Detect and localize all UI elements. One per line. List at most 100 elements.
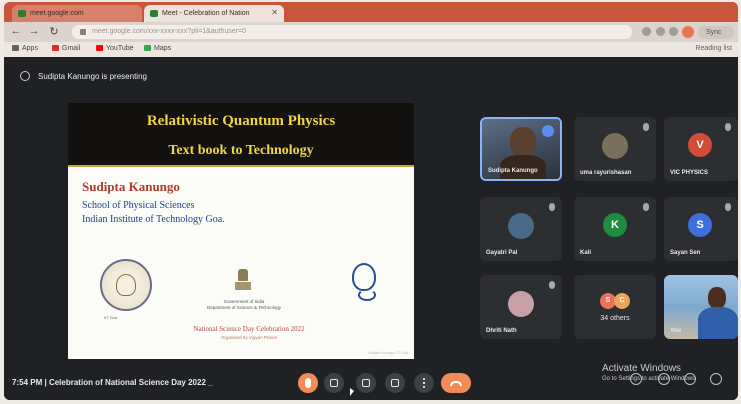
browser-tab-active[interactable]: Meet - Celebration of Nation ✕ [144,5,284,22]
mic-muted-icon [549,281,555,289]
mouse-cursor-icon [350,388,354,396]
speaking-indicator-icon [542,125,554,137]
slide-institute: Indian Institute of Technology Goa. [82,214,225,225]
mic-toggle-button[interactable] [298,373,318,393]
participant-photo [508,213,534,239]
extension-icon[interactable] [642,27,651,36]
mic-muted-icon [725,203,731,211]
close-tab-icon[interactable]: ✕ [271,8,278,17]
captions-button[interactable] [356,373,376,393]
bookmark-apps[interactable]: Apps [12,45,38,52]
participant-avatar: S [688,213,712,237]
emblem-top [238,269,248,281]
participant-photo [602,133,628,159]
meeting-info: 7:54 PM | Celebration of National Scienc… [12,378,213,387]
presenting-text: Sudipta Kanungo is presenting [38,72,147,81]
present-button[interactable] [385,373,405,393]
participant-tile[interactable]: Sudipta Kanungo [480,117,562,181]
activities-icon[interactable] [710,373,722,385]
more-options-button[interactable] [414,373,434,393]
meeting-title: Celebration of National Science Day 2022… [48,378,213,387]
back-icon[interactable]: ← [10,25,22,37]
mic-muted-icon [643,123,649,131]
browser-tab[interactable]: meet.google.com [12,5,142,22]
participant-avatar: K [603,213,627,237]
meet-stage: Sudipta Kanungo is presenting Relativist… [4,57,738,400]
bookmark-label: Maps [154,45,172,52]
participant-name: VIC PHYSICS [670,170,709,176]
meeting-time: 7:54 PM [12,378,43,387]
participant-photo [508,291,534,317]
others-count: 34 others [600,315,630,322]
other-participant-avatar: C [614,293,630,309]
watermark-line-2: Go to Settings to activate Windows. [602,376,697,382]
participant-name: You [670,328,681,334]
sync-label: Sync [706,29,722,36]
emblem-base [235,282,251,290]
participant-tile[interactable]: S Sayan Sen [664,197,738,261]
participant-tile[interactable]: V VIC PHYSICS [664,117,738,181]
browser-toolbar: ← → ↻ meet.google.com/xxx-xxxx-xxx?pli=1… [4,22,738,42]
lock-icon [80,29,86,35]
presentation-slide: Relativistic Quantum Physics Text book t… [68,103,414,359]
bookmark-gmail[interactable]: Gmail [52,45,80,52]
windows-activation-watermark: Activate Windows Go to Settings to activ… [602,363,697,382]
mic-muted-icon [549,203,555,211]
organized-text: Organised by Vigyan Prasar [220,335,278,340]
slide-subtitle: Text book to Technology [168,143,314,158]
tab-strip: meet.google.com Meet - Celebration of Na… [4,2,738,22]
meeting-separator: | [44,378,47,387]
slide-divider [68,165,414,167]
profile-avatar[interactable] [682,26,694,38]
watermark-line-1: Activate Windows [602,363,681,374]
tab-favicon-icon [18,10,26,17]
slide-speaker: Sudipta Kanungo [82,179,180,194]
participant-tile[interactable]: K Kali [574,197,656,261]
maps-icon [144,45,151,51]
apps-icon [12,45,19,51]
participant-avatar: V [688,133,712,157]
camera-toggle-button[interactable] [324,373,344,393]
bookmark-youtube[interactable]: YouTube [96,45,134,52]
logo-ring [352,263,376,291]
govt-line-2: Department of Science & Technology [207,305,281,310]
presenting-icon [20,71,30,81]
info-icon[interactable] [630,373,642,385]
reload-icon[interactable]: ↻ [48,25,60,38]
participant-name: Sayan Sen [670,250,701,256]
mic-muted-icon [725,123,731,131]
logo-tail [358,289,376,301]
participant-tile[interactable]: Gayatri Pal [480,197,562,261]
end-call-button[interactable] [441,373,471,393]
bookmarks-bar: Apps Gmail YouTube Maps Reading list [4,42,738,57]
participant-name: uma rayurishasan [580,170,632,176]
participant-tile[interactable]: uma rayurishasan [574,117,656,181]
youtube-icon [96,45,103,51]
end-call-icon [450,381,462,386]
mic-off-icon [305,378,311,388]
video-body [698,307,738,339]
screen: meet.google.com Meet - Celebration of Na… [4,2,738,400]
iit-goa-logo [100,259,152,311]
cast-icon[interactable] [656,27,665,36]
people-icon[interactable] [658,373,670,385]
slide-school: School of Physical Sciences [82,200,195,211]
participant-tile[interactable]: Dhriti Nath [480,275,562,339]
bookmark-label: Gmail [62,45,81,52]
address-bar[interactable]: meet.google.com/xxx-xxxx-xxx?pli=1&authu… [72,25,632,39]
participant-name: Dhriti Nath [486,328,517,334]
bookmark-label: Apps [22,45,38,52]
tab-label: meet.google.com [30,10,84,17]
reading-list[interactable]: Reading list [695,45,732,52]
chat-icon[interactable] [684,373,696,385]
participant-name: Gayatri Pal [486,250,518,256]
forward-icon[interactable]: → [28,25,40,37]
captions-icon [362,379,370,387]
others-tile[interactable]: S C 34 others [574,275,656,339]
sync-button[interactable]: Sync [698,26,734,39]
self-tile[interactable]: You [664,275,738,339]
bookmark-maps[interactable]: Maps [144,45,171,52]
star-icon[interactable] [669,27,678,36]
logo-emblem [116,274,136,296]
participant-name: Kali [580,250,592,256]
